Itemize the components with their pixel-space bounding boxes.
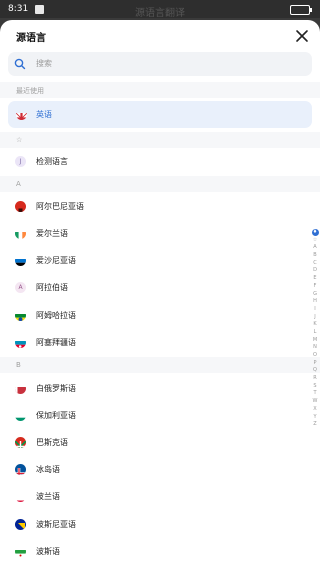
section-header-recent: 最近使用 bbox=[0, 82, 320, 98]
index-letter[interactable]: O bbox=[311, 352, 319, 360]
language-item-detect[interactable]: J 检测语言 bbox=[0, 148, 320, 175]
index-letter[interactable]: K bbox=[311, 321, 319, 329]
index-letter[interactable]: G bbox=[311, 291, 319, 299]
index-letter[interactable]: A bbox=[311, 244, 319, 252]
detect-letter: J bbox=[19, 158, 22, 165]
index-letter[interactable]: H bbox=[311, 298, 319, 306]
language-item-icelandic[interactable]: 冰岛语 bbox=[0, 456, 320, 483]
index-letter[interactable]: Z bbox=[311, 421, 319, 429]
detect-language-icon: J bbox=[15, 156, 26, 167]
flag-al-icon bbox=[15, 201, 26, 212]
flag-bg-icon bbox=[15, 410, 26, 421]
language-item-polish[interactable]: 波兰语 bbox=[0, 483, 320, 510]
index-letter[interactable]: J bbox=[311, 314, 319, 322]
index-letter[interactable]: L bbox=[311, 329, 319, 337]
language-item-arabic[interactable]: A 阿拉伯语 bbox=[0, 274, 320, 301]
index-current-icon[interactable]: ♦ bbox=[311, 229, 319, 236]
language-label: 波兰语 bbox=[36, 492, 60, 501]
index-letter[interactable]: E bbox=[311, 275, 319, 283]
language-item-english[interactable]: 英语 bbox=[8, 101, 312, 128]
index-letter[interactable]: P bbox=[311, 360, 319, 368]
flag-et-icon bbox=[15, 310, 26, 321]
index-letter[interactable]: W bbox=[311, 398, 319, 406]
language-item-basque[interactable]: 巴斯克语 bbox=[0, 429, 320, 456]
close-icon bbox=[296, 30, 308, 42]
language-item-albanian[interactable]: 阿尔巴尼亚语 bbox=[0, 193, 320, 220]
search-placeholder: 搜索 bbox=[36, 59, 52, 68]
flag-ie-icon bbox=[15, 228, 26, 239]
close-button[interactable] bbox=[292, 26, 312, 46]
language-label: 白俄罗斯语 bbox=[36, 384, 76, 393]
language-item-bulgarian[interactable]: 保加利亚语 bbox=[0, 402, 320, 429]
background-title: 源语言翻译 bbox=[135, 8, 185, 19]
section-label: A bbox=[16, 180, 21, 188]
flag-pl-icon bbox=[15, 491, 26, 502]
index-letter[interactable]: I bbox=[311, 306, 319, 314]
section-label: B bbox=[16, 361, 21, 369]
sheet-title: 源语言 bbox=[16, 33, 46, 44]
section-header-a: A bbox=[0, 176, 320, 192]
arabic-letter: A bbox=[18, 284, 23, 291]
flag-az-icon bbox=[15, 337, 26, 348]
flag-gb-icon bbox=[16, 109, 27, 120]
index-letter[interactable]: D bbox=[311, 267, 319, 275]
flag-is-icon bbox=[15, 464, 26, 475]
arabic-letter-icon: A bbox=[15, 282, 26, 293]
battery-icon bbox=[290, 5, 312, 15]
section-header-b: B bbox=[0, 357, 320, 373]
language-label: 保加利亚语 bbox=[36, 411, 76, 420]
section-header-star: ☆ bbox=[0, 132, 320, 148]
flag-ir-icon bbox=[15, 546, 26, 557]
flag-basque-icon bbox=[15, 437, 26, 448]
index-letter[interactable]: N bbox=[311, 344, 319, 352]
language-item-estonian[interactable]: 爱沙尼亚语 bbox=[0, 247, 320, 274]
sheet-header: 源语言 bbox=[0, 20, 320, 52]
language-label: 冰岛语 bbox=[36, 465, 60, 474]
index-letter[interactable]: C bbox=[311, 260, 319, 268]
language-label: 阿塞拜疆语 bbox=[36, 338, 76, 347]
language-label: 英语 bbox=[36, 110, 52, 119]
language-item-persian[interactable]: 波斯语 bbox=[0, 538, 320, 565]
status-time: 8:31 bbox=[8, 4, 29, 14]
language-label: 爱尔兰语 bbox=[36, 229, 68, 238]
alphabet-index-bar[interactable]: ♦ ☆ A B C D E F G H I J K L M N O P Q R S T W X Y Z bbox=[311, 229, 319, 429]
language-item-belarusian[interactable]: 白俄罗斯语 bbox=[0, 375, 320, 402]
language-item-azerbaijani[interactable]: 阿塞拜疆语 bbox=[0, 329, 320, 356]
search-input[interactable]: 搜索 bbox=[8, 52, 312, 76]
language-label: 阿拉伯语 bbox=[36, 283, 68, 292]
section-label: 最近使用 bbox=[16, 87, 44, 95]
index-letter[interactable]: F bbox=[311, 283, 319, 291]
notification-icon bbox=[35, 4, 45, 14]
index-letter[interactable]: S bbox=[311, 383, 319, 391]
index-letter[interactable]: Q bbox=[311, 367, 319, 375]
index-letter[interactable]: R bbox=[311, 375, 319, 383]
language-item-amharic[interactable]: 阿姆哈拉语 bbox=[0, 302, 320, 329]
flag-ba-icon bbox=[15, 519, 26, 530]
source-language-sheet: 源语言 搜索 最近使用 英语 ☆ J 检测语言 A 阿尔巴尼亚语 爱尔兰语 爱沙… bbox=[0, 20, 320, 569]
language-label: 阿尔巴尼亚语 bbox=[36, 202, 84, 211]
flag-by-icon bbox=[15, 383, 26, 394]
language-label: 波斯尼亚语 bbox=[36, 520, 76, 529]
flag-ee-icon bbox=[15, 255, 26, 266]
language-item-irish[interactable]: 爱尔兰语 bbox=[0, 220, 320, 247]
language-label: 阿姆哈拉语 bbox=[36, 311, 76, 320]
index-letter[interactable]: T bbox=[311, 390, 319, 398]
index-letter[interactable]: ☆ bbox=[311, 237, 319, 245]
language-label: 巴斯克语 bbox=[36, 438, 68, 447]
language-label: 波斯语 bbox=[36, 547, 60, 556]
index-letter[interactable]: Y bbox=[311, 414, 319, 422]
search-icon bbox=[14, 58, 26, 70]
section-label: ☆ bbox=[16, 136, 23, 144]
language-item-bosnian[interactable]: 波斯尼亚语 bbox=[0, 511, 320, 538]
index-letter[interactable]: B bbox=[311, 252, 319, 260]
language-label: 检测语言 bbox=[36, 157, 68, 166]
index-letter[interactable]: M bbox=[311, 337, 319, 345]
index-letter[interactable]: X bbox=[311, 406, 319, 414]
language-label: 爱沙尼亚语 bbox=[36, 256, 76, 265]
